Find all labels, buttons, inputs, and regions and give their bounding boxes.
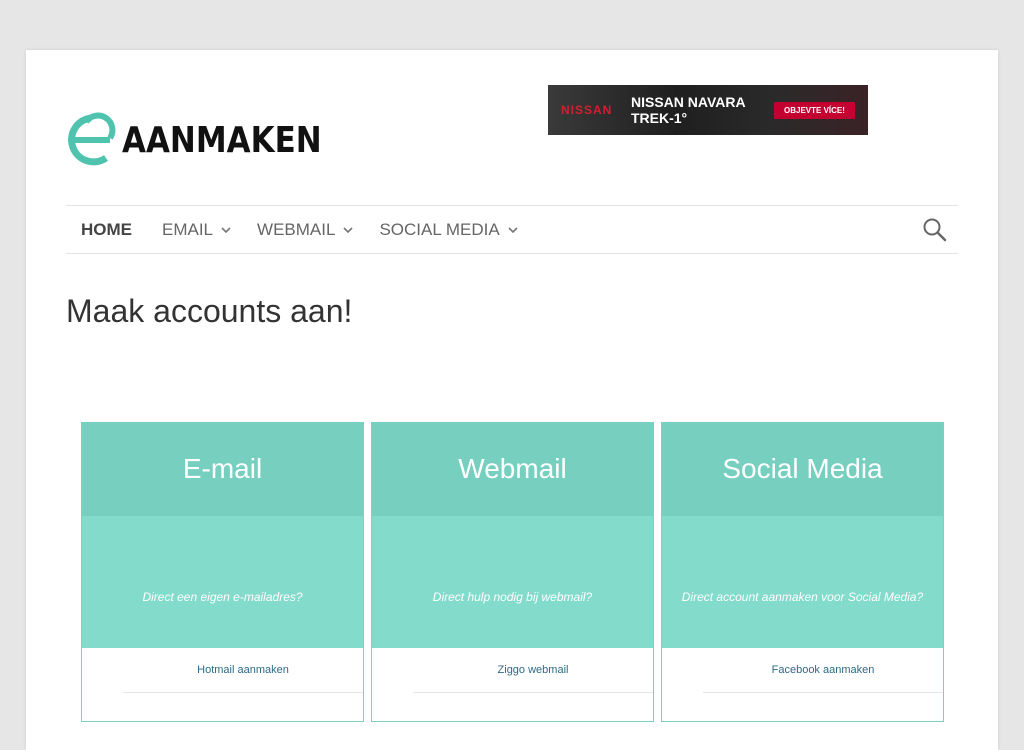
page-container: AANMAKEN NISSAN NISSAN NAVARA TREK-1° OB… [26, 50, 998, 750]
ad-title: NISSAN NAVARA TREK-1° [631, 94, 746, 126]
card-social-media: Social Media Direct account aanmaken voo… [661, 422, 944, 722]
logo-icon [68, 112, 116, 166]
chevron-down-icon [343, 226, 354, 233]
card-subtitle: Direct hulp nodig bij webmail? [372, 516, 653, 648]
nav-item-email[interactable]: EMAIL [162, 220, 233, 240]
page-title: Maak accounts aan! [66, 293, 353, 329]
nav-item-label: SOCIAL MEDIA [379, 219, 500, 239]
nav-item-label: WEBMAIL [257, 219, 336, 239]
nav-item-webmail[interactable]: WEBMAIL [257, 220, 355, 240]
card-link-ziggo[interactable]: Ziggo webmail [413, 648, 653, 693]
category-cards: E-mail Direct een eigen e-mailadres? Hot… [81, 422, 944, 722]
card-link-facebook[interactable]: Facebook aanmaken [703, 648, 943, 693]
card-subtitle: Direct een eigen e-mailadres? [82, 516, 363, 648]
card-webmail: Webmail Direct hulp nodig bij webmail? Z… [371, 422, 654, 722]
card-title: Social Media [662, 422, 943, 516]
card-email: E-mail Direct een eigen e-mailadres? Hot… [81, 422, 364, 722]
ad-button[interactable]: OBJEVTE VÍCE! [774, 101, 855, 119]
nav-item-label: HOME [81, 219, 132, 239]
search-icon[interactable] [922, 217, 948, 243]
advertisement-banner[interactable]: NISSAN NISSAN NAVARA TREK-1° OBJEVTE VÍC… [548, 85, 868, 135]
ad-brand: NISSAN [561, 103, 613, 117]
chevron-down-icon [221, 226, 231, 233]
nav-item-social-media[interactable]: SOCIAL MEDIA [379, 220, 519, 240]
main-navigation: HOME EMAIL WEBMAIL SOCIAL MEDIA [66, 205, 958, 254]
card-title: Webmail [372, 422, 653, 516]
logo-text: AANMAKEN [122, 119, 322, 161]
site-logo[interactable]: AANMAKEN [66, 110, 354, 170]
nav-item-label: EMAIL [162, 219, 214, 239]
chevron-down-icon [508, 226, 518, 233]
card-subtitle: Direct account aanmaken voor Social Medi… [662, 516, 943, 648]
nav-item-home[interactable]: HOME [81, 220, 132, 240]
card-title: E-mail [82, 422, 363, 516]
card-link-hotmail[interactable]: Hotmail aanmaken [123, 648, 363, 693]
